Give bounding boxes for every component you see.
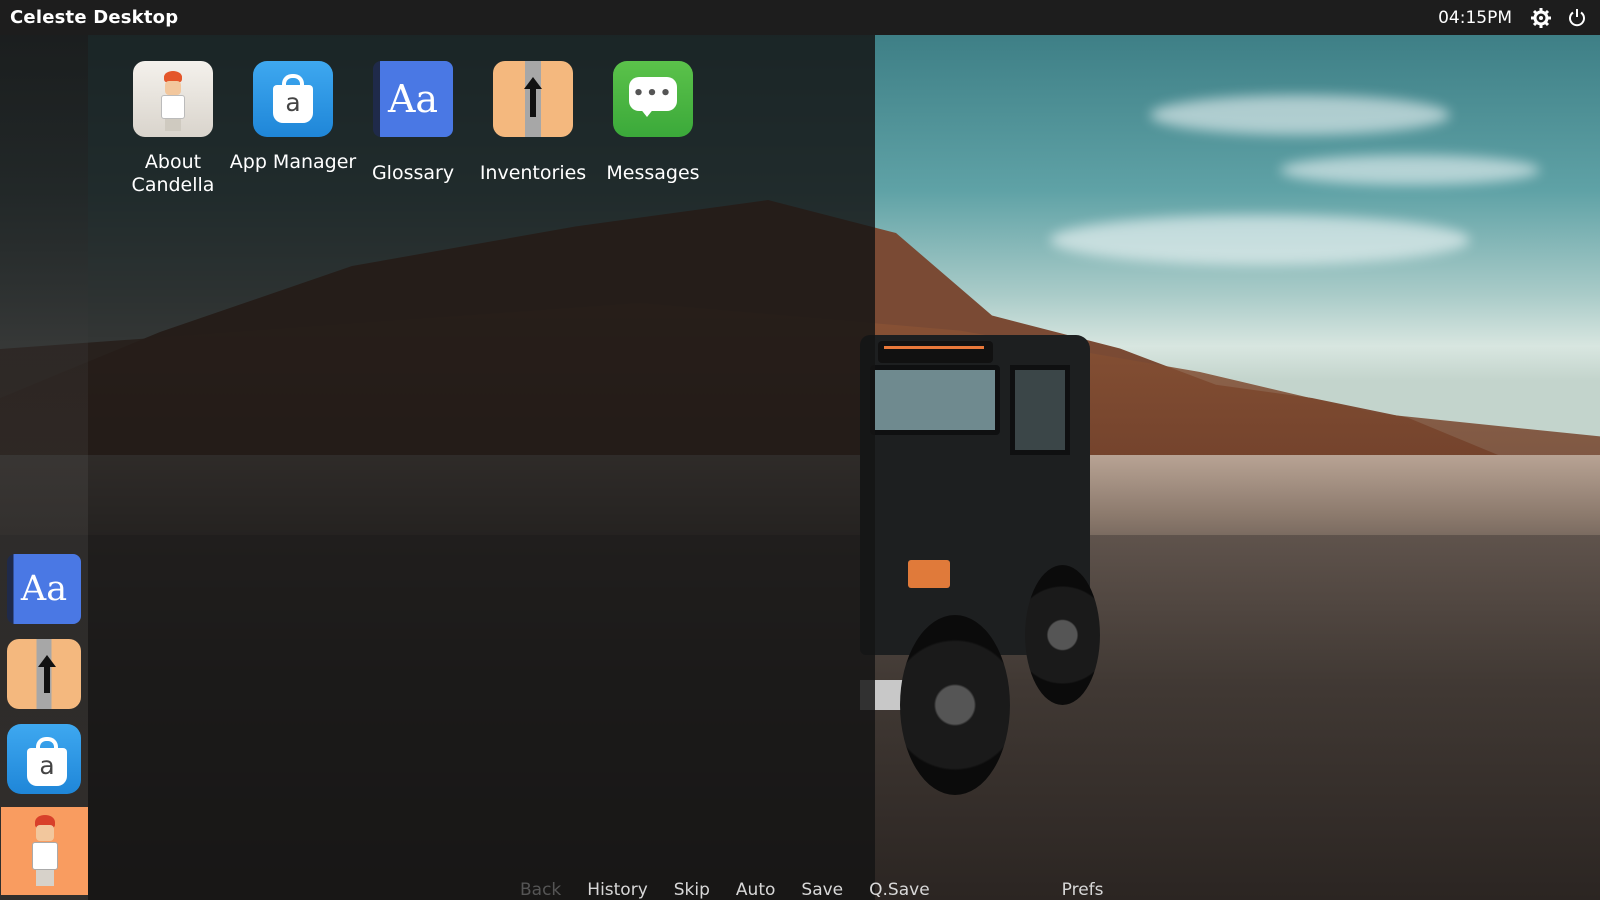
app-label: App Manager [229, 151, 357, 173]
auto-button[interactable]: Auto [736, 880, 775, 900]
glossary-icon: Aa [7, 554, 81, 624]
app-tile-inventories[interactable]: Inventories [480, 61, 586, 197]
jeep-windshield [870, 365, 1000, 435]
app-label: Glossary [371, 162, 455, 184]
app-manager-icon: a [253, 61, 333, 137]
app-label: Inventories [479, 162, 587, 184]
power-icon[interactable] [1566, 7, 1588, 29]
skip-button[interactable]: Skip [674, 880, 710, 900]
cloud [1050, 215, 1470, 265]
messages-icon: ••• [613, 61, 693, 137]
jeep-side-window [1010, 365, 1070, 455]
desktop-title: Celeste Desktop [10, 7, 179, 28]
app-label: Messages [606, 162, 700, 184]
about-candella-icon [15, 813, 75, 889]
inventories-icon [7, 639, 81, 709]
inventories-icon [493, 61, 573, 137]
app-grid: About Candella a App Manager Aa Glossary [128, 61, 700, 197]
app-tile-messages[interactable]: ••• Messages [606, 61, 700, 197]
jeep-light [908, 560, 950, 588]
quick-save-button[interactable]: Q.Save [869, 880, 930, 900]
save-button[interactable]: Save [801, 880, 843, 900]
top-bar-status-area: 04:15PM [1438, 7, 1588, 29]
dock: Aa a [0, 35, 88, 900]
about-candella-icon [133, 61, 213, 137]
cloud [1280, 155, 1540, 185]
dock-item-about-candella[interactable] [1, 807, 88, 895]
top-bar: Celeste Desktop 04:15PM [0, 0, 1600, 35]
app-tile-app-manager[interactable]: a App Manager [230, 61, 356, 197]
cloud [1150, 95, 1450, 135]
jeep-wheel [1025, 565, 1100, 705]
back-button[interactable]: Back [520, 880, 561, 900]
glossary-icon: Aa [373, 61, 453, 137]
jeep-wheel [900, 615, 1010, 795]
gear-icon[interactable] [1530, 7, 1552, 29]
app-launcher: About Candella a App Manager Aa Glossary [88, 35, 875, 900]
sidebar-dock: Aa a [0, 35, 88, 900]
quick-menu-spacer [956, 880, 1036, 900]
dock-item-inventories[interactable] [7, 639, 81, 709]
app-label: About Candella [131, 151, 215, 196]
history-button[interactable]: History [587, 880, 647, 900]
prefs-button[interactable]: Prefs [1062, 880, 1104, 900]
dock-item-glossary[interactable]: Aa [7, 554, 81, 624]
jeep [860, 335, 1140, 805]
dock-item-app-manager[interactable]: a [7, 724, 81, 794]
app-tile-about-candella[interactable]: About Candella [128, 61, 218, 197]
jeep-banner [878, 341, 993, 363]
app-tile-glossary[interactable]: Aa Glossary [368, 61, 458, 197]
app-manager-icon: a [7, 724, 81, 794]
quick-menu: Back History Skip Auto Save Q.Save Prefs [520, 880, 1104, 900]
clock: 04:15PM [1438, 7, 1512, 28]
